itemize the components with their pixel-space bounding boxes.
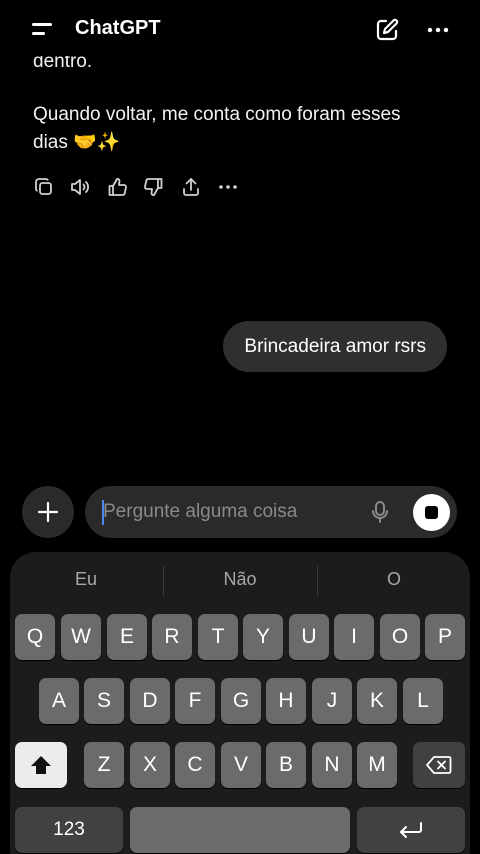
key-l[interactable]: L (403, 678, 443, 724)
shift-key[interactable] (15, 742, 67, 788)
suggestion-divider (317, 566, 318, 596)
return-key[interactable] (357, 807, 465, 853)
key-d[interactable]: D (130, 678, 170, 724)
key-y[interactable]: Y (243, 614, 283, 660)
more-options-icon[interactable] (426, 18, 450, 42)
key-f[interactable]: F (175, 678, 215, 724)
key-n[interactable]: N (312, 742, 352, 788)
assistant-message-line: Quando voltar, me conta como foram esses (33, 104, 401, 125)
message-composer (85, 486, 457, 538)
backspace-key[interactable] (413, 742, 465, 788)
key-z[interactable]: Z (84, 742, 124, 788)
suggestion-item[interactable]: Não (165, 569, 315, 590)
suggestion-item[interactable]: O (319, 569, 469, 590)
key-w[interactable]: W (61, 614, 101, 660)
assistant-message-paragraph: Quando voltar, me conta como foram esses… (33, 101, 453, 157)
read-aloud-icon[interactable] (69, 176, 91, 198)
add-attachment-button[interactable] (22, 486, 74, 538)
key-o[interactable]: O (380, 614, 420, 660)
key-u[interactable]: U (289, 614, 329, 660)
key-h[interactable]: H (266, 678, 306, 724)
suggestion-divider (163, 566, 164, 596)
text-caret (102, 500, 104, 525)
key-k[interactable]: K (357, 678, 397, 724)
thumbs-up-icon[interactable] (106, 176, 128, 198)
top-bar: ChatGPT (0, 0, 480, 56)
key-c[interactable]: C (175, 742, 215, 788)
key-x[interactable]: X (130, 742, 170, 788)
stop-button[interactable] (413, 494, 450, 531)
key-e[interactable]: E (107, 614, 147, 660)
message-input[interactable] (103, 499, 353, 525)
key-j[interactable]: J (312, 678, 352, 724)
on-screen-keyboard: Eu Não O Q W E R T Y U I O P A S D F G H… (10, 552, 470, 854)
more-actions-icon[interactable] (217, 176, 239, 198)
key-s[interactable]: S (84, 678, 124, 724)
shift-icon (31, 756, 51, 774)
key-b[interactable]: B (266, 742, 306, 788)
suggestion-item[interactable]: Eu (11, 569, 161, 590)
return-icon (400, 822, 422, 838)
key-p[interactable]: P (425, 614, 465, 660)
key-g[interactable]: G (221, 678, 261, 724)
key-v[interactable]: V (221, 742, 261, 788)
key-m[interactable]: M (357, 742, 397, 788)
new-chat-icon[interactable] (374, 17, 400, 43)
assistant-message-line: dias 🤝✨ (33, 132, 121, 153)
space-key[interactable] (130, 807, 350, 853)
microphone-icon[interactable] (370, 500, 390, 524)
share-icon[interactable] (180, 176, 202, 198)
copy-icon[interactable] (33, 176, 55, 198)
stop-icon (425, 506, 438, 519)
user-message-text: Brincadeira amor rsrs (244, 335, 426, 357)
numbers-key[interactable]: 123 (15, 807, 123, 853)
key-t[interactable]: T (198, 614, 238, 660)
key-r[interactable]: R (152, 614, 192, 660)
thumbs-down-icon[interactable] (143, 176, 165, 198)
key-q[interactable]: Q (15, 614, 55, 660)
key-a[interactable]: A (39, 678, 79, 724)
backspace-icon (426, 756, 452, 774)
menu-icon[interactable] (30, 20, 54, 40)
plus-icon (37, 501, 59, 523)
app-title: ChatGPT (75, 17, 161, 39)
user-message-bubble: Brincadeira amor rsrs (223, 321, 447, 372)
key-i[interactable]: I (334, 614, 374, 660)
